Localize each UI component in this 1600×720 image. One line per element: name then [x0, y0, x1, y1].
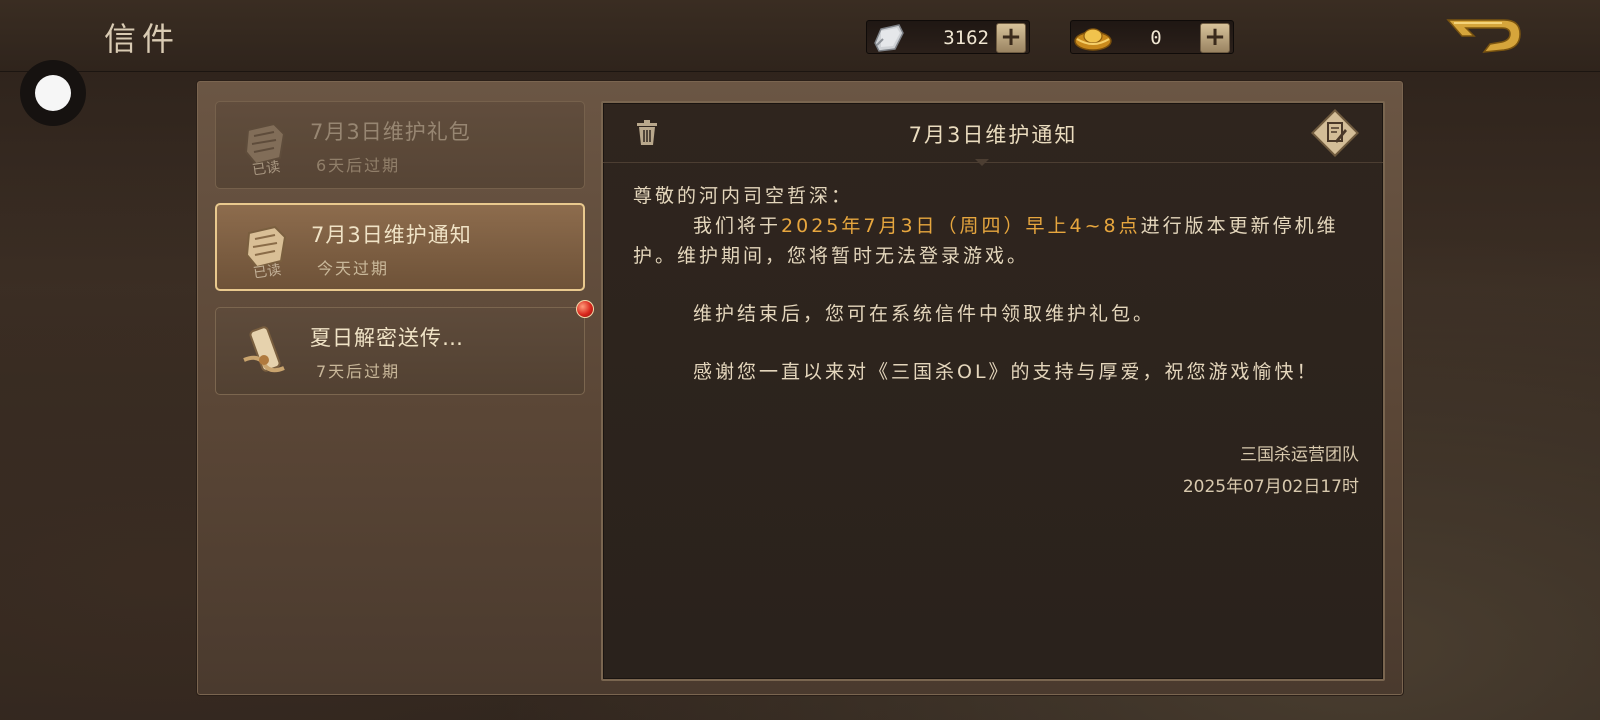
letter-paragraph-2: 维护结束后，您可在系统信件中领取维护礼包。: [693, 303, 1156, 325]
scroll-icon: [243, 326, 285, 373]
header-divider-caret: [975, 159, 989, 166]
mail-title: 7月3日维护通知: [311, 223, 472, 247]
gold-value: 0: [1150, 27, 1162, 49]
add-gold-button[interactable]: +: [1200, 23, 1230, 53]
maintenance-time-highlight: 2025年7月3日（周四）早上4~8点: [781, 215, 1141, 237]
mail-expire: 6天后过期: [316, 156, 401, 175]
letter-view: 7月3日维护通知 尊敬的河内司空哲深： 我们将于2025年7月3日（周四）早上4…: [601, 101, 1385, 681]
letter-date: 2025年07月02日17时: [1182, 477, 1359, 497]
edit-icon[interactable]: [1311, 109, 1359, 157]
letter-title: 7月3日维护通知: [908, 123, 1078, 147]
gold-currency: 0 +: [1070, 20, 1234, 54]
mail-expire: 今天过期: [317, 259, 390, 278]
silver-value: 3162: [943, 27, 989, 49]
read-stamp: 已读: [252, 262, 283, 282]
assist-dot: [35, 75, 71, 111]
add-silver-button[interactable]: +: [996, 23, 1026, 53]
mail-title: 夏日解密送传…: [310, 326, 464, 350]
gold-ingot-icon: [1074, 28, 1112, 51]
letter-body: 尊敬的河内司空哲深： 我们将于2025年7月3日（周四）早上4~8点进行版本更新…: [633, 181, 1353, 387]
top-bar: 信件 3162 + 0 +: [0, 0, 1600, 72]
mail-panel: 已读 7月3日维护礼包 6天后过期 已读 7月3日维护通知 今天过期 夏日解密送…: [196, 80, 1404, 696]
floating-assist-button[interactable]: [20, 60, 86, 126]
letter-greeting: 尊敬的河内司空哲深：: [633, 185, 854, 207]
mail-title: 7月3日维护礼包: [310, 120, 471, 144]
back-arrow-icon[interactable]: [1444, 14, 1524, 58]
silver-ingot-icon: [874, 24, 904, 52]
letter-paragraph-3: 感谢您一直以来对《三国杀OL》的支持与厚爱，祝您游戏愉快！: [693, 361, 1319, 383]
p1-text-before: 我们将于: [693, 215, 782, 237]
read-stamp: 已读: [251, 159, 282, 179]
mail-item-maintenance-gift[interactable]: 已读 7月3日维护礼包 6天后过期: [215, 101, 585, 189]
letter-header: 7月3日维护通知: [603, 103, 1383, 166]
mail-item-maintenance-notice[interactable]: 已读 7月3日维护通知 今天过期: [215, 203, 585, 291]
letter-paragraph-1: 我们将于2025年7月3日（周四）早上4~8点进行版本更新停机维护。维护期间，您…: [633, 211, 1353, 271]
page-title: 信件: [104, 20, 181, 58]
silver-currency: 3162 +: [866, 20, 1030, 54]
unread-badge: [576, 300, 594, 318]
letter-signature: 三国杀运营团队: [1240, 445, 1359, 465]
mail-item-summer-event[interactable]: 夏日解密送传… 7天后过期: [215, 300, 594, 395]
letter-signature-block: 三国杀运营团队 2025年07月02日17时: [1183, 439, 1359, 503]
mail-expire: 7天后过期: [316, 362, 401, 381]
